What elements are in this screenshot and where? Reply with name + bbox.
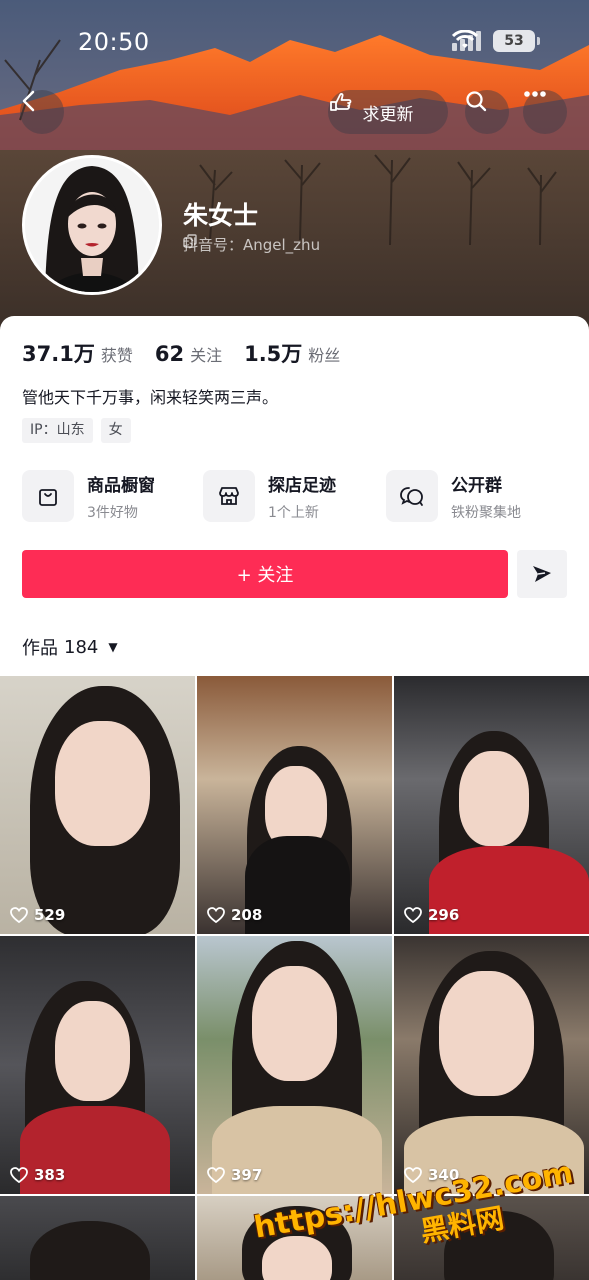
video-tile[interactable] [394,1196,589,1280]
profile-stats: 37.1万 获赞 62 关注 1.5万 粉丝 [22,338,362,368]
store-icon [203,470,255,522]
profile-bio: 管他天下千万事，闲来轻笑两三声。 [22,388,279,407]
feature-title: 商品橱窗 [87,475,155,496]
stat-value: 62 [154,342,185,366]
video-tile[interactable] [0,1196,195,1280]
video-tile[interactable]: 296 [394,676,589,934]
video-likes-count: 383 [34,1166,66,1184]
heart-icon [10,907,28,923]
heart-icon [404,1167,422,1183]
video-likes: 296 [404,906,459,924]
follow-button[interactable]: + 关注 [22,550,508,598]
douyin-id-text: 抖音号：Angel_zhu [183,236,321,254]
stat-label: 关注 [190,346,223,365]
status-bar: 20:50 53 [0,0,589,86]
feature-title: 探店足迹 [268,475,336,496]
works-tab[interactable]: 作品 184 ▼ [22,634,118,660]
video-likes-count: 397 [231,1166,263,1184]
video-tile[interactable]: 340 [394,936,589,1194]
video-tile[interactable]: 383 [0,936,195,1194]
dm-button[interactable] [517,550,567,598]
status-icons: 53 [452,30,540,52]
feature-subtitle: 3件好物 [87,504,138,521]
works-count: 184 [64,636,99,658]
video-grid: 529 208 296 383 397 340 https://hlwc32.c… [0,676,589,1280]
feature-public-group[interactable]: 公开群 铁粉聚集地 [386,468,521,524]
stat-likes: 37.1万 获赞 [22,338,133,368]
battery-level: 53 [504,33,524,49]
avatar[interactable] [22,155,162,295]
video-tile[interactable]: 208 [197,676,392,934]
copy-icon[interactable] [183,234,197,248]
video-likes: 208 [207,906,262,924]
feature-subtitle: 1个上新 [268,504,319,521]
profile-tags: IP：山东 女 [22,418,131,443]
feature-subtitle: 铁粉聚集地 [451,504,521,521]
heart-icon [10,1167,28,1183]
video-tile[interactable] [197,1196,392,1280]
caret-down-icon: ▼ [108,640,118,654]
heart-icon [404,907,422,923]
video-likes: 383 [10,1166,65,1184]
stat-value: 1.5万 [244,342,303,366]
pointing-hand-icon [330,93,352,111]
battery-icon: 53 [493,30,540,52]
profile-info-card: 37.1万 获赞 62 关注 1.5万 粉丝 管他天下千万事，闲来轻笑两三声。 … [0,316,589,676]
back-button[interactable] [20,90,64,134]
works-label: 作品 [22,638,58,659]
stat-value: 37.1万 [22,342,95,366]
avatar-illustration [25,158,159,292]
profile-banner: 20:50 53 求更新 朱女士 抖音号：Angel_zhu [0,0,589,330]
gender-tag: 女 [100,418,131,443]
follow-label: + 关注 [236,565,294,586]
heart-icon [207,907,225,923]
more-dots-icon [524,91,546,97]
status-time: 20:50 [78,28,150,56]
wifi-icon [452,30,478,48]
group-chat-icon [386,470,438,522]
video-likes-count: 296 [428,906,460,924]
search-button[interactable] [465,90,509,134]
stat-label: 获赞 [100,346,133,365]
video-likes: 397 [207,1166,262,1184]
feature-store-visits[interactable]: 探店足迹 1个上新 [203,468,336,524]
stat-following[interactable]: 62 关注 [155,342,222,366]
feature-product-showcase[interactable]: 商品橱窗 3件好物 [22,468,155,524]
video-tile[interactable]: 529 [0,676,195,934]
heart-icon [207,1167,225,1183]
more-button[interactable] [523,90,567,134]
chevron-left-icon [22,90,35,112]
video-likes-count: 340 [428,1166,460,1184]
video-likes-count: 529 [34,906,66,924]
douyin-id: 抖音号：Angel_zhu [183,234,320,255]
video-likes: 340 [404,1166,459,1184]
video-likes: 529 [10,906,65,924]
search-icon [466,91,487,112]
feature-title: 公开群 [451,475,502,496]
ip-location-tag: IP：山东 [22,418,93,443]
shopping-bag-icon [22,470,74,522]
stat-label: 粉丝 [308,346,341,365]
profile-nickname: 朱女士 [183,201,259,230]
request-update-button[interactable]: 求更新 [328,90,448,134]
video-tile[interactable]: 397 [197,936,392,1194]
request-update-label: 求更新 [362,104,414,125]
stat-followers[interactable]: 1.5万 粉丝 [244,338,340,368]
video-likes-count: 208 [231,906,263,924]
profile-features: 商品橱窗 3件好物 探店足迹 1个上新 公开群 铁粉聚集地 [22,468,567,524]
send-icon [533,566,551,582]
